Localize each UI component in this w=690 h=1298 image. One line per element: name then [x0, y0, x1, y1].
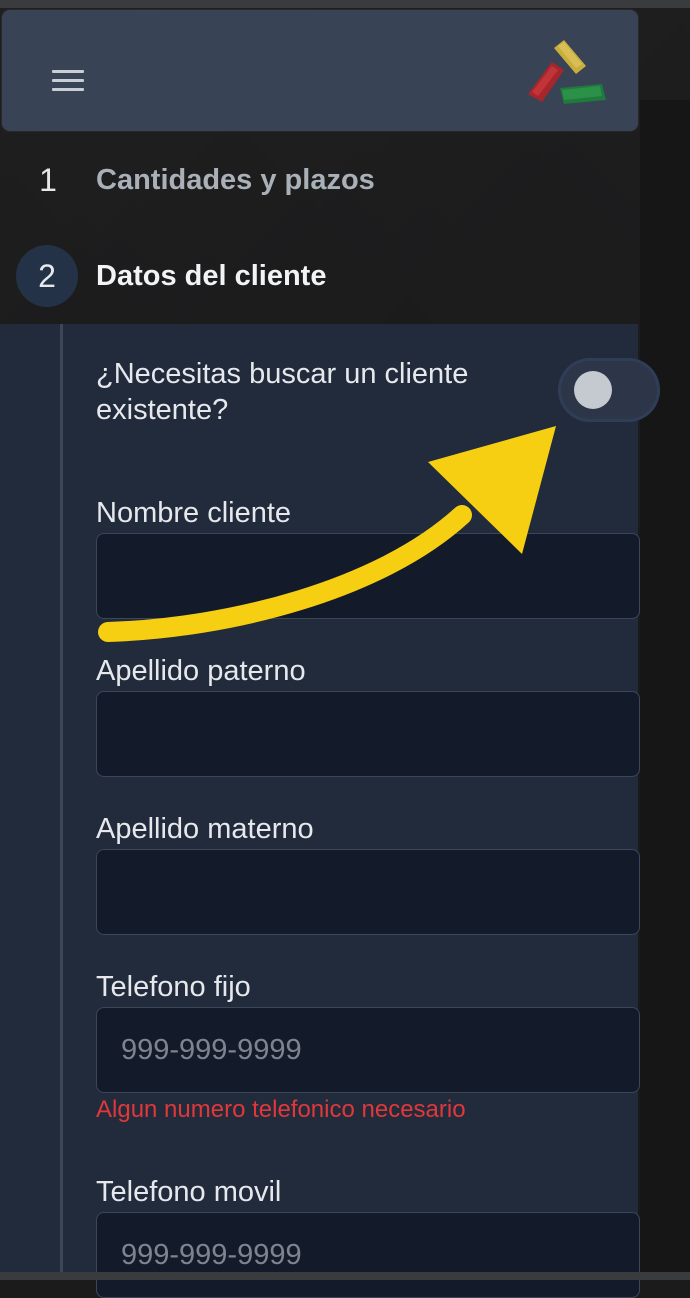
- status-bar: [0, 0, 690, 8]
- apellido-materno-label: Apellido materno: [96, 813, 314, 845]
- client-data-panel: [0, 324, 638, 1280]
- nombre-cliente-input[interactable]: [96, 533, 640, 619]
- step-2-number: 2: [16, 245, 78, 307]
- nav-bar: [0, 1272, 690, 1280]
- toggle-knob: [574, 371, 612, 409]
- telefono-fijo-input[interactable]: [96, 1007, 640, 1093]
- phone-error-message: Algun numero telefonico necesario: [96, 1096, 466, 1123]
- company-logo-icon: [524, 38, 610, 110]
- telefono-movil-input[interactable]: [96, 1212, 640, 1298]
- step-1-number: 1: [39, 162, 57, 198]
- apellido-paterno-input[interactable]: [96, 691, 640, 777]
- telefono-movil-label: Telefono movil: [96, 1176, 282, 1208]
- step-1[interactable]: 1 Cantidades y plazos: [0, 150, 690, 210]
- stepper-connector-line: [60, 324, 63, 1280]
- step-2-label: Datos del cliente: [96, 260, 327, 292]
- apellido-paterno-label: Apellido paterno: [96, 655, 306, 687]
- search-client-question: ¿Necesitas buscar un cliente existente?: [96, 358, 469, 426]
- hamburger-menu-icon[interactable]: [42, 56, 94, 104]
- telefono-fijo-label: Telefono fijo: [96, 971, 251, 1003]
- step-1-label: Cantidades y plazos: [96, 164, 375, 196]
- app-header: [2, 10, 638, 131]
- nombre-cliente-label: Nombre cliente: [96, 497, 292, 529]
- search-client-toggle[interactable]: [558, 358, 660, 422]
- step-2[interactable]: 2 Datos del cliente: [0, 245, 690, 307]
- apellido-materno-input[interactable]: [96, 849, 640, 935]
